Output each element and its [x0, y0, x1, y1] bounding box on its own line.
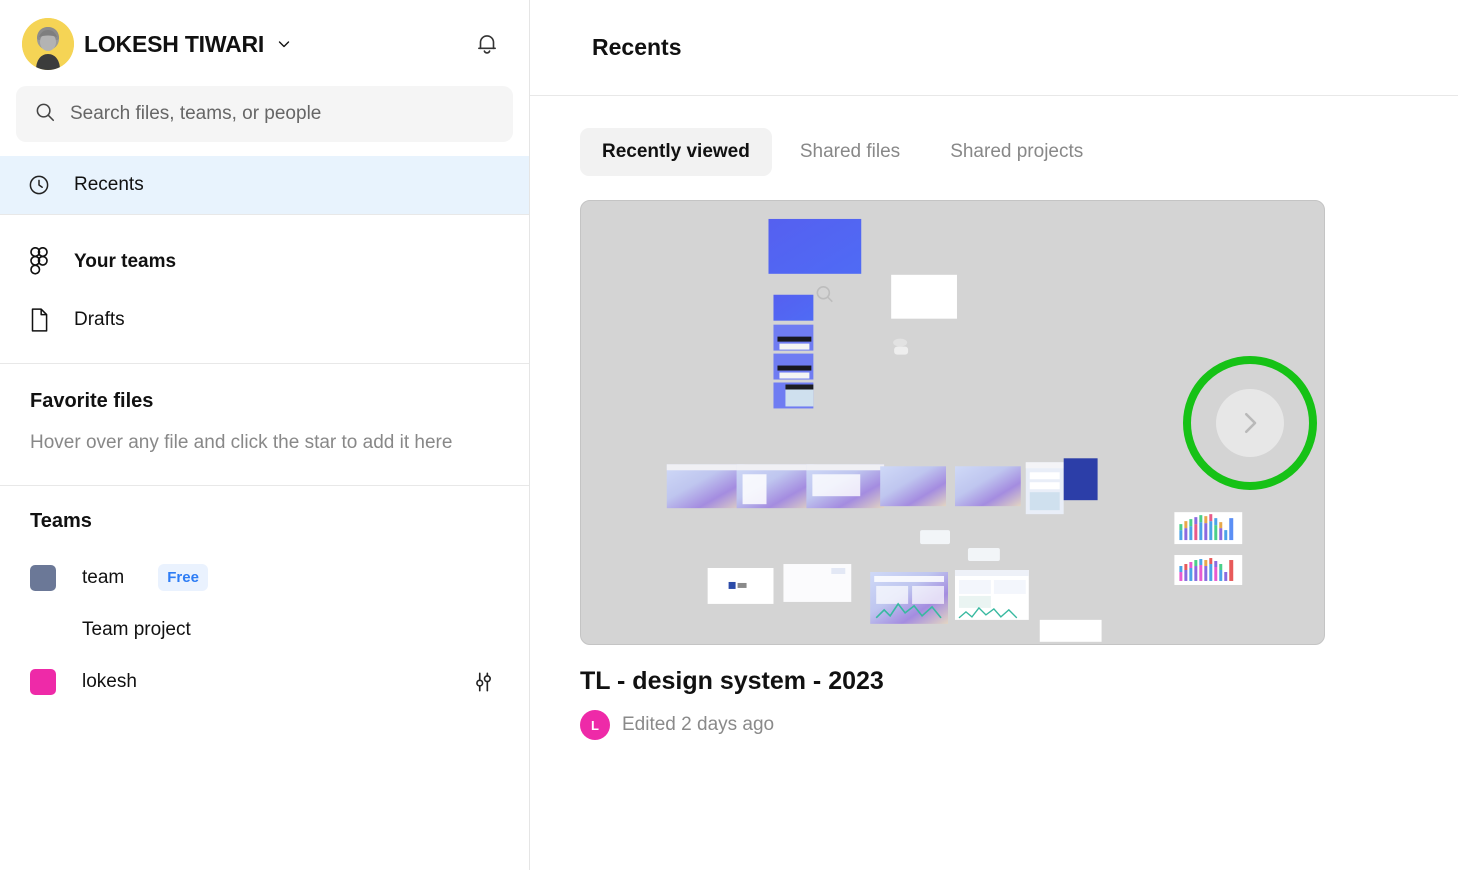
search-input[interactable] [70, 103, 495, 125]
file-meta: L Edited 2 days ago [580, 710, 1325, 740]
team-row[interactable]: team Free [30, 555, 499, 601]
team-name: team [82, 566, 125, 588]
document-icon [26, 307, 52, 333]
bell-icon[interactable] [467, 24, 507, 64]
team-row[interactable]: lokesh [30, 659, 499, 705]
clock-icon [26, 173, 52, 197]
teams-title: Teams [30, 509, 92, 532]
search-container [0, 80, 529, 156]
tab-shared-files[interactable]: Shared files [778, 128, 922, 176]
sidebar-item-your-teams[interactable]: Your teams [0, 233, 529, 291]
project-name: Team project [82, 618, 191, 640]
team-color-swatch [30, 564, 56, 591]
app-root: LOKESH TIWARI Search files, teams, or pe… [0, 0, 1458, 870]
tab-bar: Recently viewed Shared files Shared proj… [530, 96, 1458, 176]
file-thumbnail[interactable] [580, 200, 1325, 645]
sidebar-item-label: Recents [74, 174, 144, 195]
file-card[interactable]: TL - design system - 2023 L Edited 2 day… [580, 200, 1325, 740]
sidebar-teams-section: Your teams Drafts [0, 214, 529, 363]
editor-avatar: L [580, 710, 610, 740]
search-icon [34, 101, 56, 128]
search-box[interactable] [16, 86, 513, 142]
favorite-files-section: Favorite files Hover over any file and c… [0, 363, 529, 485]
main-header: Recents [530, 0, 1458, 96]
main-content: Recents Recently viewed Shared files Sha… [530, 0, 1458, 870]
sidebar-item-label: Your teams [74, 251, 177, 272]
file-title[interactable]: TL - design system - 2023 [580, 667, 1325, 696]
sidebar: LOKESH TIWARI Search files, teams, or pe… [0, 0, 530, 870]
sliders-icon[interactable] [467, 666, 499, 698]
file-list: TL - design system - 2023 L Edited 2 day… [530, 176, 1458, 740]
sidebar-header: LOKESH TIWARI [0, 0, 529, 80]
teams-section: Teams team Free Team project lokesh [0, 484, 529, 733]
sidebar-item-drafts[interactable]: Drafts [0, 291, 529, 349]
tab-recently-viewed[interactable]: Recently viewed [580, 128, 772, 176]
sidebar-item-label: Drafts [74, 309, 125, 330]
avatar[interactable] [22, 18, 74, 70]
favorite-files-title: Favorite files [30, 390, 154, 412]
next-page-button[interactable] [1216, 388, 1284, 457]
team-project-row[interactable]: Team project [30, 619, 499, 641]
sidebar-item-recents[interactable]: Recents [0, 156, 529, 214]
chevron-down-icon[interactable] [276, 36, 292, 52]
figma-icon [26, 247, 52, 277]
page-title: Recents [592, 34, 682, 60]
status-badge: Free [158, 564, 208, 592]
team-color-swatch [30, 668, 56, 695]
user-name[interactable]: LOKESH TIWARI [84, 31, 264, 58]
tab-shared-projects[interactable]: Shared projects [928, 128, 1105, 176]
team-name: lokesh [82, 670, 137, 692]
favorite-files-hint: Hover over any file and click the star t… [30, 432, 453, 453]
edited-timestamp: Edited 2 days ago [622, 714, 775, 735]
